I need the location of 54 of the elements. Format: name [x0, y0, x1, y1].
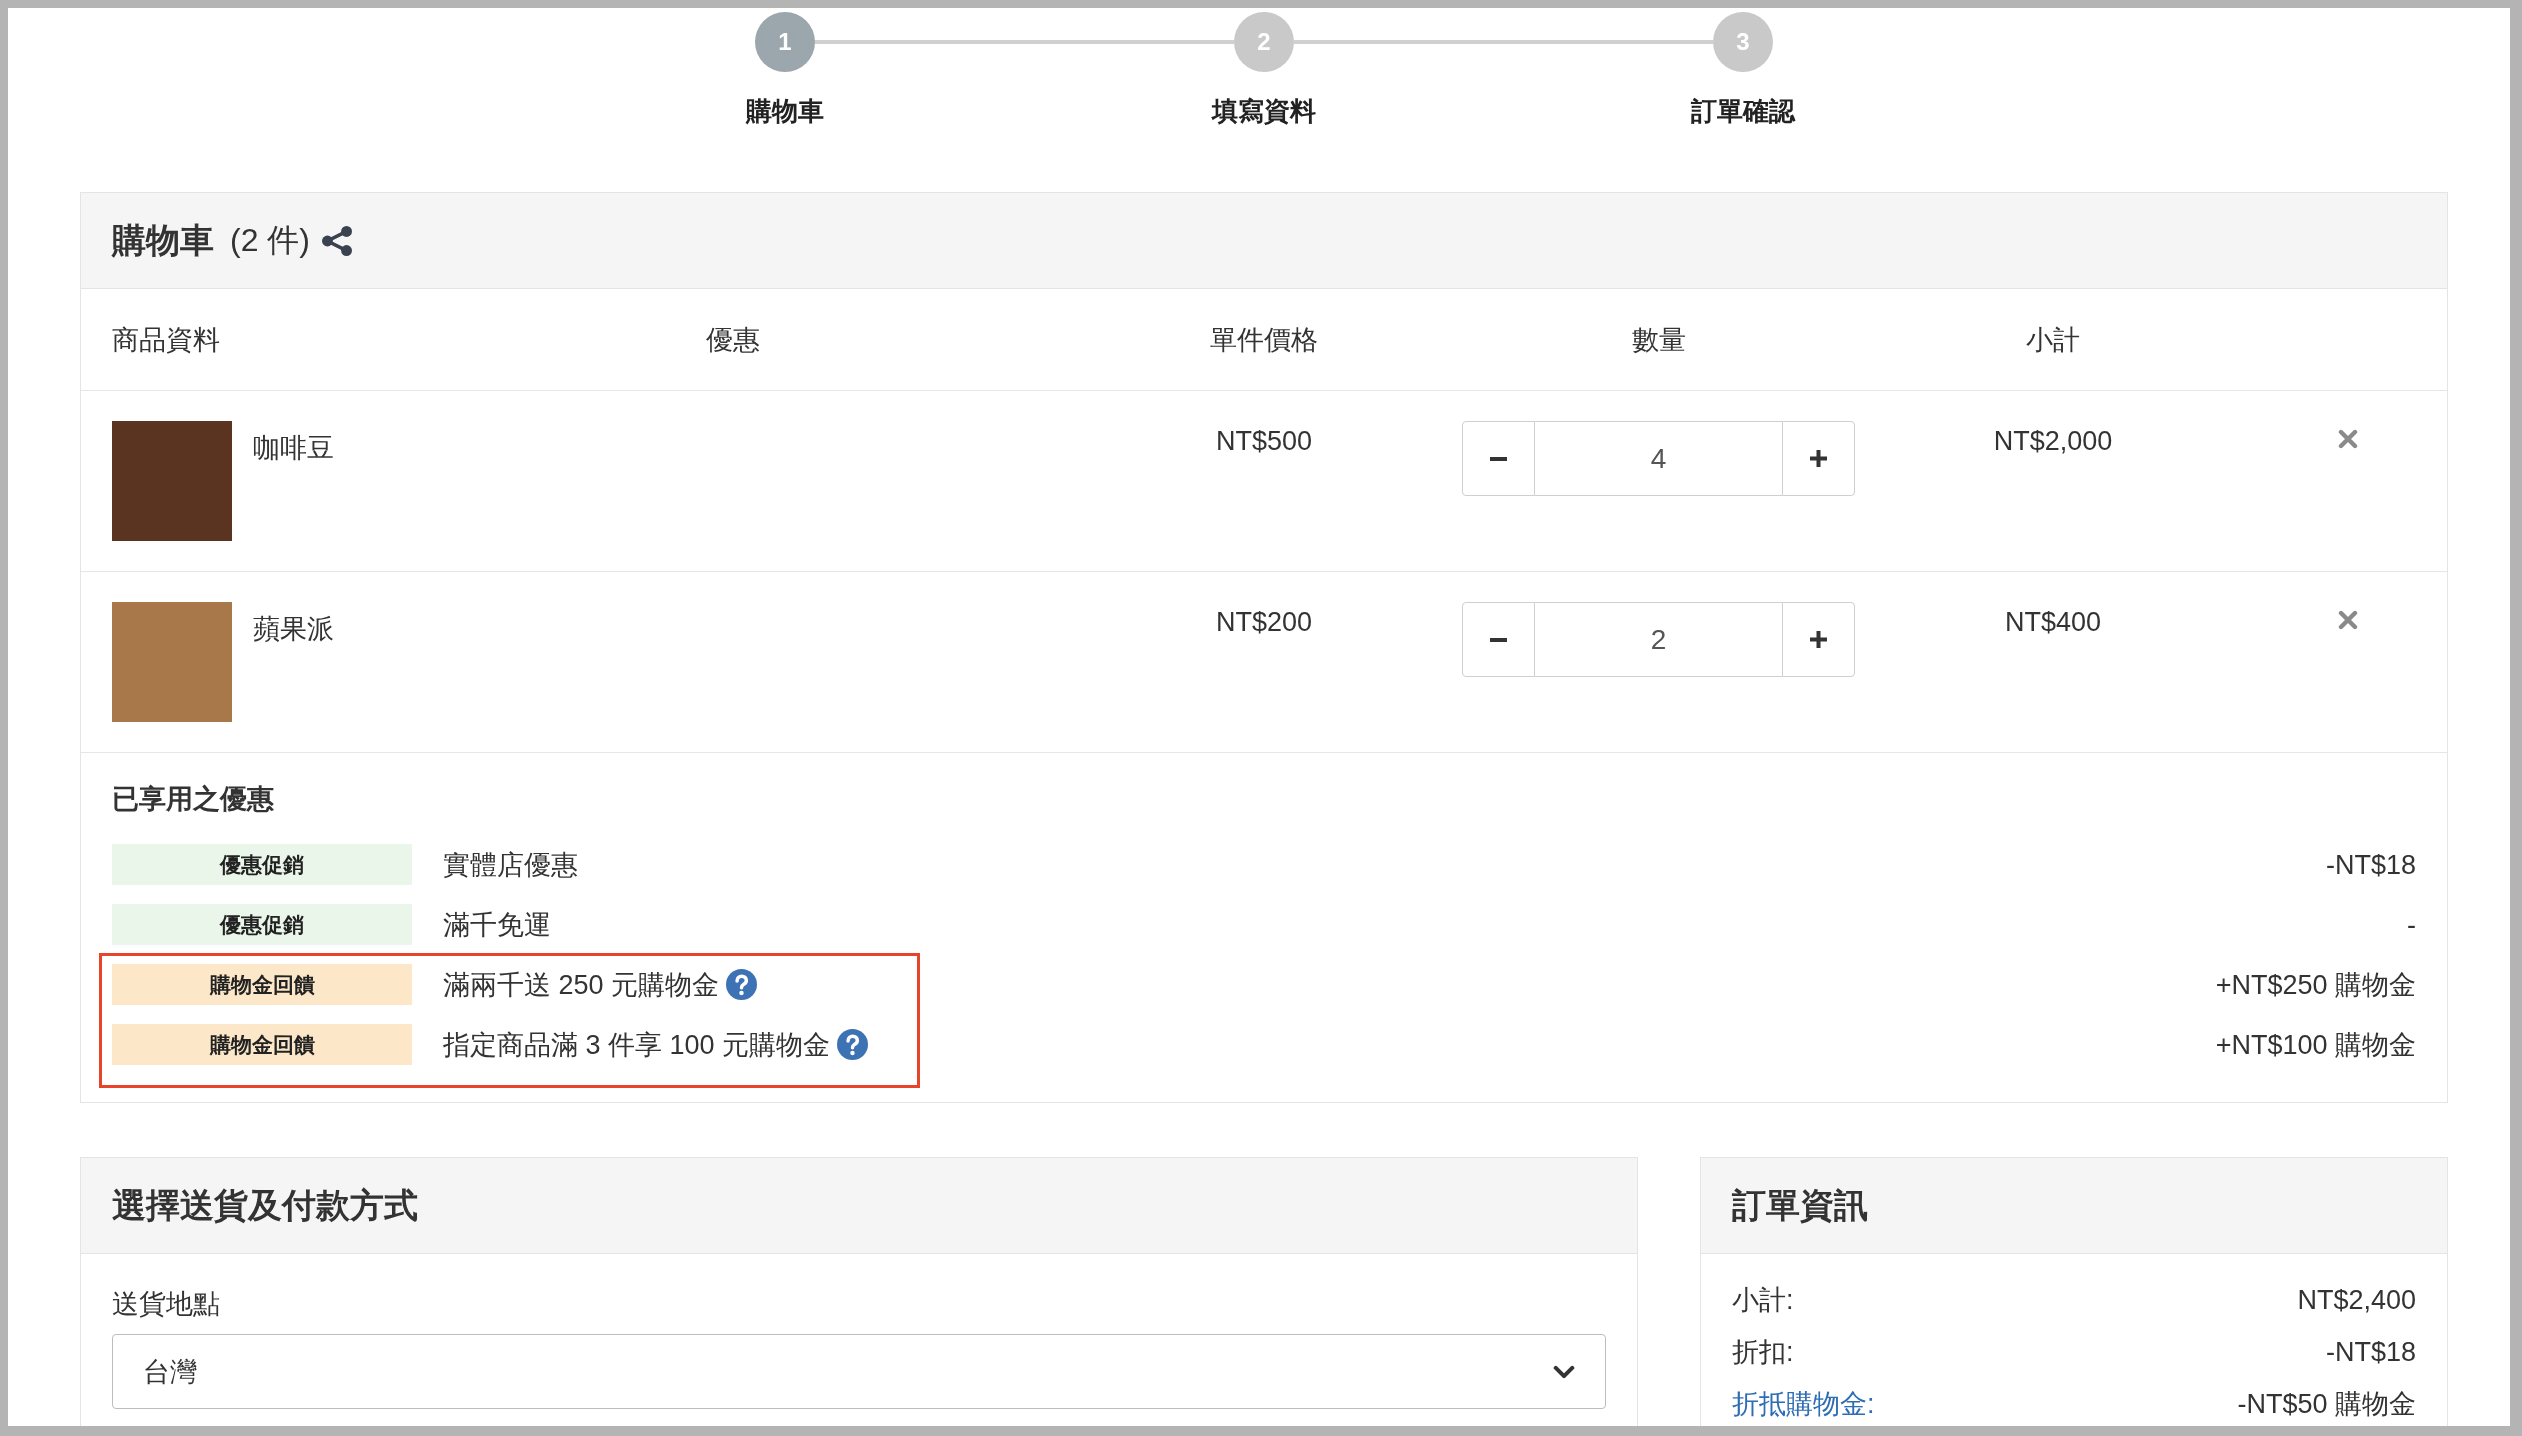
close-icon[interactable]	[2338, 429, 2358, 449]
product-name: 咖啡豆	[253, 432, 334, 465]
minus-icon	[1490, 637, 1507, 642]
item-count: (2 件)	[230, 220, 310, 260]
panel-title: 購物車	[112, 219, 214, 261]
promotion-tag: 優惠促銷	[112, 904, 412, 945]
unit-price: NT$200	[1215, 606, 1313, 639]
item-subtotal: NT$400	[2004, 606, 2102, 639]
panel-title: 訂單資訊	[1732, 1184, 1868, 1226]
promotion-tag: 優惠促銷	[112, 844, 412, 885]
summary-value: NT$2,400	[2297, 1284, 2416, 1317]
promotion-tag: 購物金回饋	[112, 964, 412, 1005]
section-title: 已享用之優惠	[112, 783, 274, 815]
summary-label: 折扣:	[1732, 1336, 1794, 1369]
field-label: 送貨地點	[112, 1288, 220, 1321]
step-label: 填寫資料	[1212, 95, 1316, 128]
column-header: 優惠	[706, 323, 760, 357]
step-label: 訂單確認	[1691, 95, 1795, 128]
column-header: 數量	[1631, 323, 1686, 357]
increase-button[interactable]	[1782, 602, 1855, 677]
summary-label: 小計:	[1732, 1284, 1794, 1317]
discount-amount: -	[2407, 908, 2416, 942]
promotion-tag: 購物金回饋	[112, 1024, 412, 1065]
summary-link[interactable]: 折抵購物金:	[1732, 1384, 1875, 1424]
minus-icon	[1490, 456, 1507, 461]
column-header: 小計	[2026, 323, 2080, 357]
plus-icon	[1810, 450, 1827, 467]
plus-icon	[1810, 631, 1827, 648]
quantity-field[interactable]: 4	[1535, 421, 1782, 496]
chevron-down-icon	[1553, 1364, 1575, 1379]
discount-amount: +NT$100 購物金	[2215, 1028, 2416, 1062]
quantity-field[interactable]: 2	[1535, 602, 1782, 677]
increase-button[interactable]	[1782, 421, 1855, 496]
discount-description: 實體店優惠	[443, 848, 578, 882]
step-label: 購物車	[746, 95, 824, 128]
discount-amount: -NT$18	[2325, 848, 2416, 882]
discount-amount: +NT$250 購物金	[2215, 968, 2416, 1002]
country-select[interactable]: 台灣	[112, 1334, 1606, 1409]
item-subtotal: NT$2,000	[1993, 425, 2113, 458]
summary-value: -NT$50 購物金	[2237, 1388, 2416, 1421]
unit-price: NT$500	[1215, 425, 1313, 458]
summary-value: -NT$18	[2325, 1336, 2416, 1369]
share-icon[interactable]	[322, 225, 352, 256]
product-name: 蘋果派	[253, 613, 334, 646]
help-icon[interactable]	[726, 969, 758, 1000]
step-number: 1	[755, 12, 815, 72]
column-header: 商品資料	[112, 323, 220, 357]
panel-title: 選擇送貨及付款方式	[112, 1184, 418, 1226]
help-icon[interactable]	[837, 1029, 869, 1060]
column-header: 單件價格	[1210, 323, 1318, 357]
discount-description: 滿千免運	[443, 908, 551, 942]
close-icon[interactable]	[2338, 610, 2358, 630]
discount-description: 滿兩千送 250 元購物金	[443, 968, 720, 1002]
discount-description: 指定商品滿 3 件享 100 元購物金	[443, 1028, 831, 1062]
